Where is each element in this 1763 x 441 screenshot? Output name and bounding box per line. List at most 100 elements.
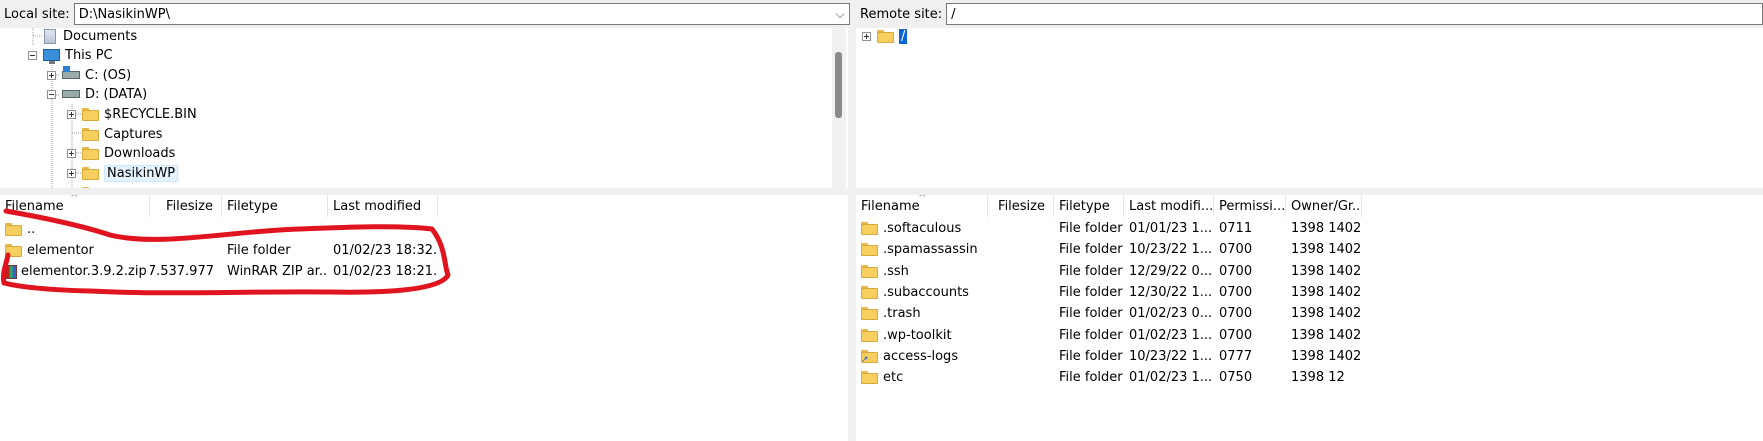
folder-icon — [5, 244, 22, 257]
folder-icon — [861, 222, 878, 235]
file-name: .wp-toolkit — [883, 327, 952, 343]
file-type: File folder — [1059, 306, 1123, 322]
file-name: elementor.3.9.2.zip — [21, 264, 147, 279]
file-owner: 1398 1402 — [1291, 242, 1362, 258]
remote-file-list: ^ Filename Filesize Filetype Last modifi… — [856, 195, 1763, 441]
file-perms: 0700 — [1219, 327, 1253, 343]
file-owner: 1398 1402 — [1291, 327, 1362, 343]
folder-icon — [82, 186, 99, 188]
remote-site-bar: Remote site: / — [856, 1, 1763, 27]
collapse-icon[interactable] — [28, 50, 37, 60]
tree-item-label: Documents — [63, 28, 138, 44]
folder-shortcut-icon: ↗ — [861, 349, 878, 365]
folder-icon — [5, 223, 22, 236]
column-header-filetype[interactable]: Filetype — [222, 195, 328, 217]
column-header-permissions[interactable]: Permissi... — [1214, 195, 1286, 217]
expand-icon[interactable] — [67, 148, 76, 158]
tree-item-this-pc[interactable]: This PC — [28, 45, 113, 65]
tree-item-label: C: (OS) — [85, 67, 132, 83]
file-name: .trash — [883, 306, 921, 322]
file-modified: 12/29/22 0... — [1129, 263, 1213, 279]
file-row[interactable]: ↗ access-logs File folder 10/23/22 1... 0777… — [856, 346, 1763, 367]
file-perms: 0777 — [1219, 348, 1253, 364]
file-modified: 10/23/22 1... — [1129, 348, 1213, 364]
local-site-label: Local site: — [4, 6, 70, 22]
file-type: File folder — [1059, 348, 1123, 364]
folder-icon — [82, 127, 99, 141]
remote-directory-tree: / — [856, 28, 1763, 188]
expand-icon[interactable] — [67, 168, 76, 178]
tree-item-d-drive[interactable]: D: (DATA) — [47, 84, 147, 104]
tree-item-label: Downloads — [104, 145, 176, 161]
file-perms: 0700 — [1219, 284, 1253, 300]
tree-item-label: D: (DATA) — [85, 86, 148, 102]
file-row[interactable]: .. — [0, 219, 848, 240]
column-header-filesize[interactable]: Filesize — [988, 195, 1054, 217]
file-row[interactable]: .trash File folder 01/02/23 0... 0700 1398 1… — [856, 303, 1763, 324]
file-row[interactable]: .subaccounts File folder 12/30/22 1... 0700… — [856, 282, 1763, 303]
file-modified: 12/30/22 1... — [1129, 284, 1213, 300]
expand-icon[interactable] — [47, 70, 56, 80]
file-type: File folder — [1059, 242, 1123, 258]
file-owner: 1398 1402 — [1291, 221, 1362, 236]
tree-item-documents[interactable]: Documents — [44, 28, 137, 46]
column-header-filetype[interactable]: Filetype — [1054, 195, 1124, 217]
chevron-down-icon[interactable]: ⌵ — [831, 4, 849, 24]
collapse-icon[interactable] — [47, 89, 56, 99]
tree-item-downloads[interactable]: Downloads — [67, 143, 175, 163]
file-row[interactable]: .ssh File folder 12/29/22 0... 0700 1398 140… — [856, 261, 1763, 282]
file-type: File folder — [1059, 284, 1123, 300]
sort-ascending-icon: ^ — [70, 195, 79, 204]
file-modified: 01/02/23 0... — [1129, 306, 1213, 322]
file-name: access-logs — [883, 348, 959, 364]
column-header-owner-group[interactable]: Owner/Gr... — [1286, 195, 1362, 217]
file-name: elementor — [27, 243, 94, 258]
column-header-filesize[interactable]: Filesize — [150, 195, 222, 217]
file-size — [150, 240, 222, 261]
tree-item-label: $RECYCLE.BIN — [104, 106, 197, 122]
local-site-path-input[interactable]: D:\NasikinWP\ ⌵ — [73, 3, 850, 25]
file-row[interactable]: .softaculous File folder 01/01/23 1... 0711… — [856, 218, 1763, 239]
file-row[interactable]: .wp-toolkit File folder 01/02/23 1... 0700 1… — [856, 325, 1763, 346]
tree-item-c-drive[interactable]: C: (OS) — [47, 65, 131, 85]
file-row[interactable]: elementor File folder 01/02/23 18:32... — [0, 240, 848, 261]
remote-site-path-input[interactable]: / — [946, 3, 1763, 25]
file-size: 7.537.977 — [150, 264, 214, 279]
remote-site-path-value: / — [951, 6, 956, 22]
column-header-filename[interactable]: ^ Filename — [0, 195, 150, 217]
file-modified: 01/02/23 1... — [1129, 327, 1213, 343]
folder-icon — [861, 307, 878, 321]
file-name: .subaccounts — [883, 284, 969, 300]
file-owner: 1398 1402 — [1291, 306, 1362, 322]
file-row[interactable]: .spamassassin File folder 10/23/22 1... 070… — [856, 239, 1763, 260]
file-modified: 01/02/23 18:21... — [333, 264, 438, 279]
column-header-last-modified[interactable]: Last modifi... — [1124, 195, 1214, 217]
folder-icon — [861, 371, 878, 385]
column-header-filename[interactable]: ^ Filename — [856, 195, 988, 217]
file-modified: 10/23/22 1... — [1129, 242, 1213, 258]
folder-icon — [861, 264, 878, 278]
file-row[interactable]: etc File folder 01/02/23 1... 0750 1398 12 — [856, 367, 1763, 388]
tree-item-recycle-bin[interactable]: $RECYCLE.BIN — [67, 104, 197, 124]
expand-icon[interactable] — [67, 109, 76, 119]
file-name: .spamassassin — [883, 242, 978, 258]
folder-icon — [861, 243, 878, 257]
folder-icon — [82, 107, 99, 121]
file-row[interactable]: elementor.3.9.2.zip 7.537.977 WinRAR ZIP… — [0, 261, 848, 282]
file-name: etc — [883, 370, 904, 386]
file-perms: 0700 — [1219, 263, 1253, 279]
folder-icon — [82, 146, 99, 160]
file-perms: 0750 — [1219, 370, 1253, 386]
tree-item-root[interactable]: / — [862, 28, 908, 46]
tree-item-nasikinwp[interactable]: NasikinWP — [67, 163, 179, 183]
file-modified: 01/02/23 1... — [1129, 370, 1213, 386]
scrollbar-thumb[interactable] — [835, 52, 842, 118]
local-tree-scrollbar[interactable] — [832, 28, 846, 188]
file-perms: 0700 — [1219, 242, 1253, 258]
expand-icon[interactable] — [862, 31, 871, 41]
tree-item-label: This PC — [65, 47, 113, 63]
tree-item-captures[interactable]: Captures — [82, 124, 162, 144]
sort-ascending-icon: ^ — [918, 195, 927, 204]
winrar-archive-icon — [5, 264, 17, 279]
column-header-last-modified[interactable]: Last modified — [328, 195, 438, 217]
